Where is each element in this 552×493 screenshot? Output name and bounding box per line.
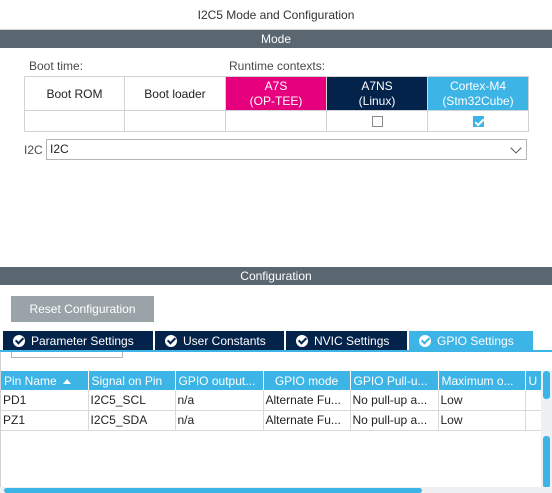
cell-user-label <box>525 410 542 431</box>
configuration-section-header: Configuration <box>0 267 552 285</box>
cell-signal: I2C5_SDA <box>88 410 176 431</box>
cell-gpio-output: n/a <box>175 410 264 431</box>
tab-user-constants[interactable]: User Constants <box>155 331 284 351</box>
vertical-scrollbar-thumb[interactable] <box>543 371 550 399</box>
a7ns-checkbox[interactable] <box>371 116 383 128</box>
check-circle-icon <box>165 335 177 347</box>
cell-gpio-mode: Alternate Fu... <box>263 390 351 411</box>
context-boot-loader-cell <box>124 110 226 132</box>
table-header-row: Pin Name Signal on Pin GPIO output... GP… <box>1 371 542 390</box>
context-cortex-m4-cell <box>427 110 529 132</box>
table-row[interactable]: PZ1 I2C5_SDA n/a Alternate Fu... No pull… <box>1 410 542 431</box>
i2c-mode-value: I2C <box>50 142 69 156</box>
context-a7ns-cell <box>326 110 428 132</box>
mode-section-header: Mode <box>0 30 552 48</box>
reset-configuration-button[interactable]: Reset Configuration <box>11 296 154 322</box>
cell-gpio-pull: No pull-up a... <box>350 410 439 431</box>
column-header-user-label[interactable]: U <box>525 371 542 390</box>
cell-gpio-output: n/a <box>175 390 264 411</box>
column-header-signal-on-pin[interactable]: Signal on Pin <box>88 371 176 390</box>
context-boot-rom-cell <box>24 110 125 132</box>
context-boot-loader: Boot loader <box>124 76 226 111</box>
vertical-scrollbar-thumb-lower[interactable] <box>543 436 550 488</box>
i2c-field-label: I2C <box>24 143 43 157</box>
check-circle-icon <box>296 335 308 347</box>
window-title: I2C5 Mode and Configuration <box>0 0 552 30</box>
tab-gpio-settings[interactable]: GPIO Settings <box>409 331 533 351</box>
tab-parameter-settings[interactable]: Parameter Settings <box>3 331 153 351</box>
search-input[interactable] <box>11 352 123 358</box>
horizontal-scrollbar-thumb[interactable] <box>4 488 422 493</box>
context-a7s-cell <box>225 110 327 132</box>
boot-time-label: Boot time: <box>29 59 84 73</box>
cell-max-output: Low <box>438 410 526 431</box>
runtime-contexts-table: Boot ROM Boot loader A7S (OP-TEE) A7NS (Li… <box>24 76 529 132</box>
context-boot-rom: Boot ROM <box>24 76 125 111</box>
i2c-mode-select[interactable]: I2C <box>46 139 527 160</box>
column-header-gpio-mode[interactable]: GPIO mode <box>263 371 351 390</box>
cell-pin-name: PZ1 <box>1 410 89 431</box>
column-header-pin-name[interactable]: Pin Name <box>1 371 89 390</box>
column-header-gpio-pull[interactable]: GPIO Pull-u... <box>350 371 439 390</box>
context-cortex-m4: Cortex-M4 (Stm32Cube) <box>427 76 529 111</box>
check-circle-icon <box>419 335 431 347</box>
check-circle-icon <box>13 335 25 347</box>
table-row[interactable]: PD1 I2C5_SCL n/a Alternate Fu... No pull… <box>1 390 542 411</box>
context-a7ns: A7NS (Linux) <box>326 76 428 111</box>
tab-nvic-settings[interactable]: NVIC Settings <box>286 331 407 351</box>
sort-ascending-icon <box>62 378 71 384</box>
runtime-contexts-label: Runtime contexts: <box>229 59 326 73</box>
cell-gpio-pull: No pull-up a... <box>350 390 439 411</box>
context-a7s: A7S (OP-TEE) <box>225 76 327 111</box>
chevron-down-icon <box>510 142 522 154</box>
cell-signal: I2C5_SCL <box>88 390 176 411</box>
cell-max-output: Low <box>438 390 526 411</box>
cell-gpio-mode: Alternate Fu... <box>263 410 351 431</box>
column-header-maximum-output[interactable]: Maximum o... <box>438 371 526 390</box>
cell-user-label <box>525 390 542 411</box>
gpio-pin-table: Pin Name Signal on Pin GPIO output... GP… <box>1 371 542 431</box>
cortex-m4-checkbox[interactable] <box>472 116 484 128</box>
column-header-gpio-output[interactable]: GPIO output... <box>175 371 264 390</box>
cell-pin-name: PD1 <box>1 390 89 411</box>
